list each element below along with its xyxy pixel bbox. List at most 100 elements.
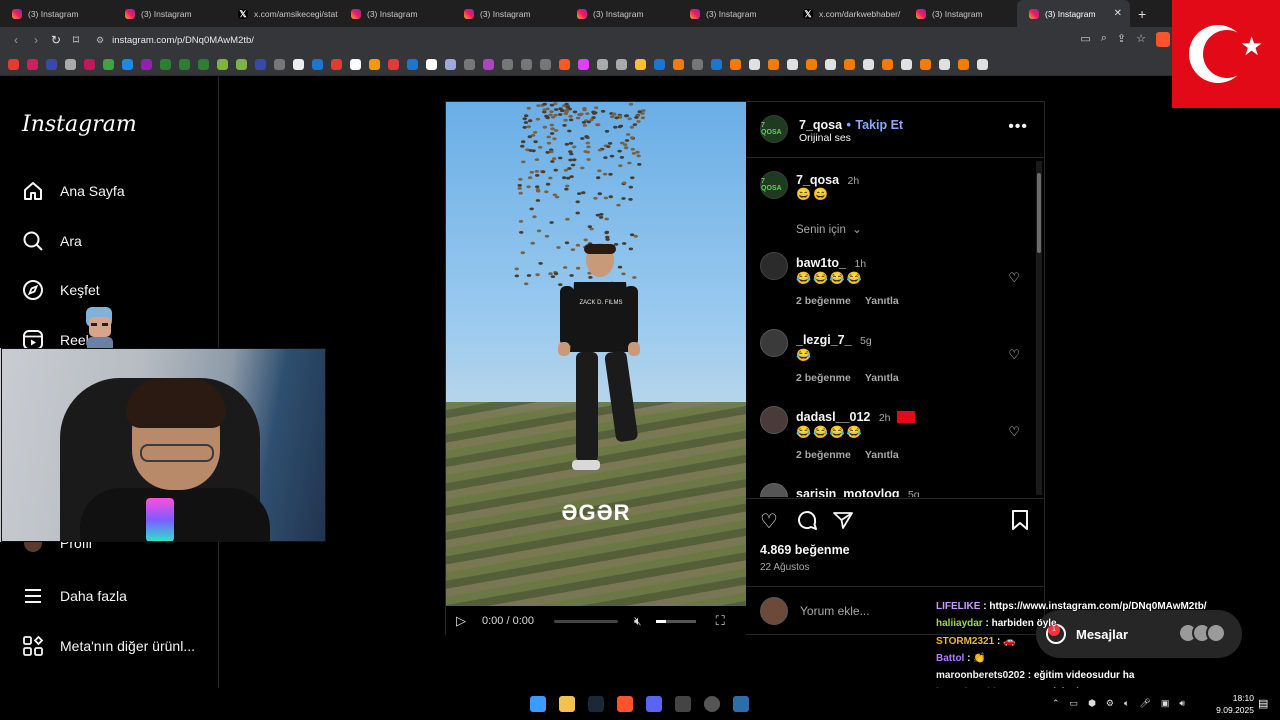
bookmark-favicon-icon[interactable] [27, 58, 38, 70]
bookmark-favicon-icon[interactable] [426, 58, 437, 70]
url-field[interactable]: instagram.com/p/DNq0MAwM2tb/ [112, 35, 254, 46]
like-icon[interactable]: ♡ [760, 509, 778, 534]
bookmark-favicon-icon[interactable] [597, 58, 608, 70]
bookmark-favicon-icon[interactable] [369, 58, 380, 70]
bookmark-favicon-icon[interactable] [939, 58, 950, 70]
bookmark-favicon-icon[interactable] [730, 58, 741, 70]
sidebar-item-explore[interactable]: Keşfet [22, 279, 100, 301]
bookmark-favicon-icon[interactable] [521, 58, 532, 70]
steam-icon[interactable] [588, 696, 604, 712]
comment-avatar[interactable] [760, 329, 788, 357]
scrollbar-thumb[interactable] [1037, 173, 1041, 253]
bookmark-favicon-icon[interactable] [635, 58, 646, 70]
bookmark-favicon-icon[interactable] [616, 58, 627, 70]
comment-avatar[interactable] [760, 406, 788, 434]
volume-icon[interactable]: 🔊︎ [1179, 698, 1185, 709]
new-tab-icon[interactable]: + [1138, 6, 1146, 22]
bookmark-favicon-icon[interactable] [578, 58, 589, 70]
bookmark-favicon-icon[interactable] [198, 58, 209, 70]
bookmark-favicon-icon[interactable] [825, 58, 836, 70]
bookmark-favicon-icon[interactable] [141, 58, 152, 70]
bookmark-favicon-icon[interactable] [274, 58, 285, 70]
bookmark-favicon-icon[interactable] [483, 58, 494, 70]
sidebar-item-more[interactable]: Daha fazla [22, 585, 127, 607]
bookmark-favicon-icon[interactable] [540, 58, 551, 70]
share-icon[interactable]: ⇪ [1117, 32, 1126, 47]
share-icon[interactable] [832, 509, 854, 537]
app-icon[interactable] [675, 696, 691, 712]
bookmark-favicon-icon[interactable] [882, 58, 893, 70]
browser-tab[interactable]: (3) Instagram [904, 0, 1017, 27]
browser-tab[interactable]: 𝕏x.com/darkwebhaber/ [791, 0, 904, 27]
taskbar-clock[interactable]: 18:10 9.09.2025 [1212, 692, 1254, 716]
file-explorer-icon[interactable] [559, 696, 575, 712]
bookmark-favicon-icon[interactable] [122, 58, 133, 70]
bookmark-favicon-icon[interactable] [787, 58, 798, 70]
reply-button[interactable]: Yanıtla [865, 295, 899, 307]
author-username[interactable]: 7_qosa [799, 118, 842, 132]
bookmark-favicon-icon[interactable] [749, 58, 760, 70]
reply-button[interactable]: Yanıtla [865, 372, 899, 384]
bookmark-favicon-icon[interactable] [844, 58, 855, 70]
bookmark-favicon-icon[interactable] [673, 58, 684, 70]
instagram-logo[interactable]: Instagram [22, 112, 137, 137]
bookmark-favicon-icon[interactable] [350, 58, 361, 70]
sidebar-item-meta[interactable]: Meta'nın diğer ürünl... [22, 635, 195, 657]
bookmark-favicon-icon[interactable] [654, 58, 665, 70]
app-icon[interactable] [733, 696, 749, 712]
bookmark-favicon-icon[interactable] [293, 58, 304, 70]
bookmark-icon[interactable]: ⌑ [66, 33, 86, 47]
browser-tab[interactable]: (3) Instagram [113, 0, 226, 27]
author-avatar[interactable]: 7 QOSA [760, 115, 788, 143]
tray-icon[interactable]: ⬢ [1088, 698, 1096, 709]
bookmark-favicon-icon[interactable] [863, 58, 874, 70]
site-info-icon[interactable]: ⚙ [96, 35, 104, 46]
close-tab-icon[interactable]: ✕ [1114, 8, 1122, 19]
bookmark-favicon-icon[interactable] [160, 58, 171, 70]
reload-icon[interactable]: ↻ [46, 33, 66, 47]
comment-username[interactable]: sarisin_motovlog [796, 487, 900, 497]
audio-label[interactable]: Orijinal ses [799, 132, 851, 144]
browser-tab[interactable]: (3) Instagram ✕ [1017, 0, 1130, 27]
bookmark-favicon-icon[interactable] [103, 58, 114, 70]
bookmark-favicon-icon[interactable] [407, 58, 418, 70]
browser-tab[interactable]: (3) Instagram [452, 0, 565, 27]
bookmark-favicon-icon[interactable] [179, 58, 190, 70]
comment-username[interactable]: dadasl__012 [796, 410, 870, 424]
bookmark-favicon-icon[interactable] [388, 58, 399, 70]
speaker-icon[interactable]: 🔈︎ [1124, 698, 1129, 709]
zoom-icon[interactable]: ⌕ [1101, 32, 1107, 47]
comment-likes[interactable]: 2 beğenme [796, 372, 851, 384]
forward-icon[interactable]: › [26, 33, 46, 47]
bookmark-favicon-icon[interactable] [559, 58, 570, 70]
bookmark-favicon-icon[interactable] [255, 58, 266, 70]
heart-icon[interactable]: ♡ [1008, 424, 1020, 440]
steam-tray-icon[interactable]: ⚙ [1106, 698, 1114, 709]
bookmark-favicon-icon[interactable] [217, 58, 228, 70]
star-icon[interactable]: ☆ [1136, 32, 1146, 47]
browser-tab[interactable]: (3) Instagram [565, 0, 678, 27]
bookmark-favicon-icon[interactable] [958, 58, 969, 70]
bookmark-favicon-icon[interactable] [692, 58, 703, 70]
notification-icon[interactable]: ▤ [1258, 697, 1268, 710]
mic-icon[interactable]: 🎤︎ [1139, 698, 1150, 709]
cast-icon[interactable]: ▭ [1080, 32, 1090, 47]
bookmark-favicon-icon[interactable] [711, 58, 722, 70]
brave-shield-icon[interactable] [1156, 32, 1170, 47]
bookmark-favicon-icon[interactable] [977, 58, 988, 70]
comments-scrollbar[interactable] [1036, 161, 1042, 495]
bookmark-favicon-icon[interactable] [236, 58, 247, 70]
fullscreen-icon[interactable]: ⛶ [716, 613, 725, 629]
network-icon[interactable]: ▣ [1161, 698, 1170, 709]
discord-icon[interactable] [646, 696, 662, 712]
bookmark-favicon-icon[interactable] [920, 58, 931, 70]
sidebar-item-home[interactable]: Ana Sayfa [22, 180, 125, 202]
caption-username[interactable]: 7_qosa [796, 173, 839, 187]
comment-avatar[interactable] [760, 252, 788, 280]
bookmark-favicon-icon[interactable] [84, 58, 95, 70]
reply-button[interactable]: Yanıtla [865, 449, 899, 461]
back-icon[interactable]: ‹ [6, 33, 26, 47]
bookmark-favicon-icon[interactable] [464, 58, 475, 70]
like-count[interactable]: 4.869 beğenme [760, 543, 850, 557]
windows-start-icon[interactable] [530, 696, 546, 712]
